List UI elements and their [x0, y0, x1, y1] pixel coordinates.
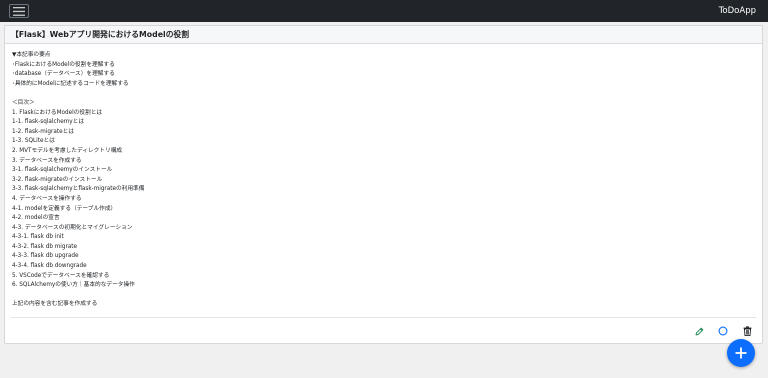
description-line: ･FlaskにおけるModelの役割を理解する [12, 61, 115, 68]
description-line: 2. MVTモデルを考慮したディレクトリ構成 [12, 147, 123, 154]
todo-card: 【Flask】Webアプリ開発におけるModelの役割 ▼本記事の要点 ･Flas… [4, 25, 763, 344]
add-todo-button[interactable] [727, 339, 755, 367]
description-line: 4-2. modelの宣言 [12, 215, 60, 222]
card-divider [11, 317, 756, 318]
todo-title: 【Flask】Webアプリ開発におけるModelの役割 [5, 26, 762, 44]
description-line: 3. データベースを作成する [12, 157, 82, 164]
description-line: 1-1. flask-sqlalchemyとは [12, 119, 85, 126]
menu-toggle-button[interactable] [9, 4, 29, 18]
description-line: 4. データベースを操作する [12, 195, 82, 202]
description-line: ▼本記事の要点 [12, 52, 51, 58]
delete-button[interactable] [742, 326, 752, 336]
plus-icon [735, 347, 747, 359]
description-line: ＜目次＞ [12, 99, 35, 106]
pencil-icon [695, 327, 703, 335]
edit-button[interactable] [694, 326, 704, 336]
description-line: 上記の内容を含む記事を作成する [12, 301, 98, 308]
trash-icon [743, 326, 751, 336]
description-line: 3-2. flask-migrateのインストール [12, 176, 103, 183]
app-brand[interactable]: ToDoApp [719, 6, 756, 16]
description-line: 1. FlaskにおけるModelの役割とは [12, 109, 103, 116]
description-line: 4-3. データベースの初期化とマイグレーション [12, 224, 133, 231]
hamburger-icon [13, 6, 25, 16]
description-line [12, 291, 762, 301]
todo-actions [694, 326, 752, 336]
description-line: 1-3. SQLiteとは [12, 138, 55, 145]
description-line: 4-3-1. flask db init [12, 234, 64, 241]
description-line: 4-3-3. flask db upgrade [12, 253, 79, 260]
description-line: ･具体的にModelに記述するコードを理解する [12, 80, 129, 87]
description-line: 3-1. flask-sqlalchemyのインストール [12, 167, 113, 174]
description-line [12, 89, 762, 99]
todo-description: ▼本記事の要点 ･FlaskにおけるModelの役割を理解する ･database（… [5, 44, 762, 310]
description-line: ･database（データベース）を理解する [12, 71, 115, 78]
description-line: 3-3. flask-sqlalchemyとflask-migrateの利用準備 [12, 186, 145, 193]
navbar: ToDoApp [0, 0, 768, 22]
description-line: 6. SQLAlchemyの使い方｜基本的なデータ操作 [12, 282, 135, 289]
description-line: 4-1. modelを定義する（テーブル作成） [12, 205, 117, 212]
description-line: 5. VSCodeでデータベースを確認する [12, 272, 110, 279]
description-line: 1-2. flask-migrateとは [12, 128, 74, 135]
circle-icon [718, 326, 728, 336]
complete-button[interactable] [718, 326, 728, 336]
description-line: 4-3-4. flask db downgrade [12, 263, 87, 270]
description-line: 4-3-2. flask db migrate [12, 243, 78, 250]
